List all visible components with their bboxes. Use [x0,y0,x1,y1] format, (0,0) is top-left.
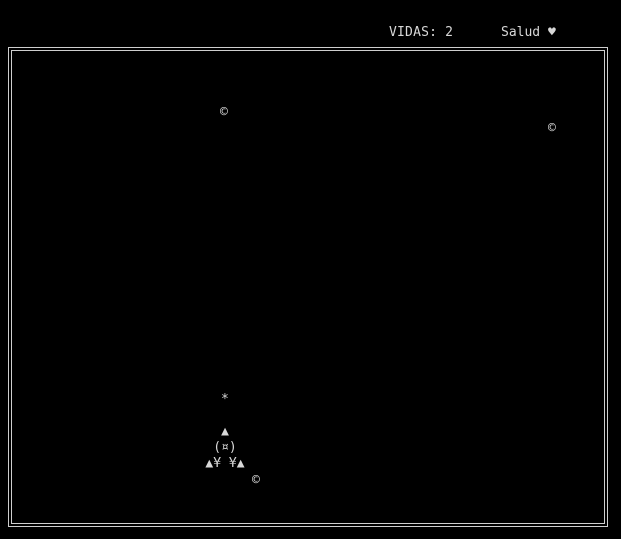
player-ship: ▲ (¤) ▲¥ ¥▲ [202,424,248,472]
bullet-icon: * [221,392,229,407]
arena-inner-border [11,50,605,524]
hud-bar: VIDAS: 2 Salud ♥ [0,25,621,41]
ship-nose-icon: ▲ [221,424,229,439]
lives-counter: VIDAS: 2 [389,25,454,40]
coin-icon: © [220,105,228,120]
ship-cockpit-icon: (¤) [213,440,237,455]
coin-icon: © [548,121,556,136]
coin-icon: © [252,473,260,488]
game-arena [8,47,608,527]
ship-wings-icon: ▲¥ ¥▲ [205,456,245,471]
health-indicator: Salud ♥ [501,25,556,40]
